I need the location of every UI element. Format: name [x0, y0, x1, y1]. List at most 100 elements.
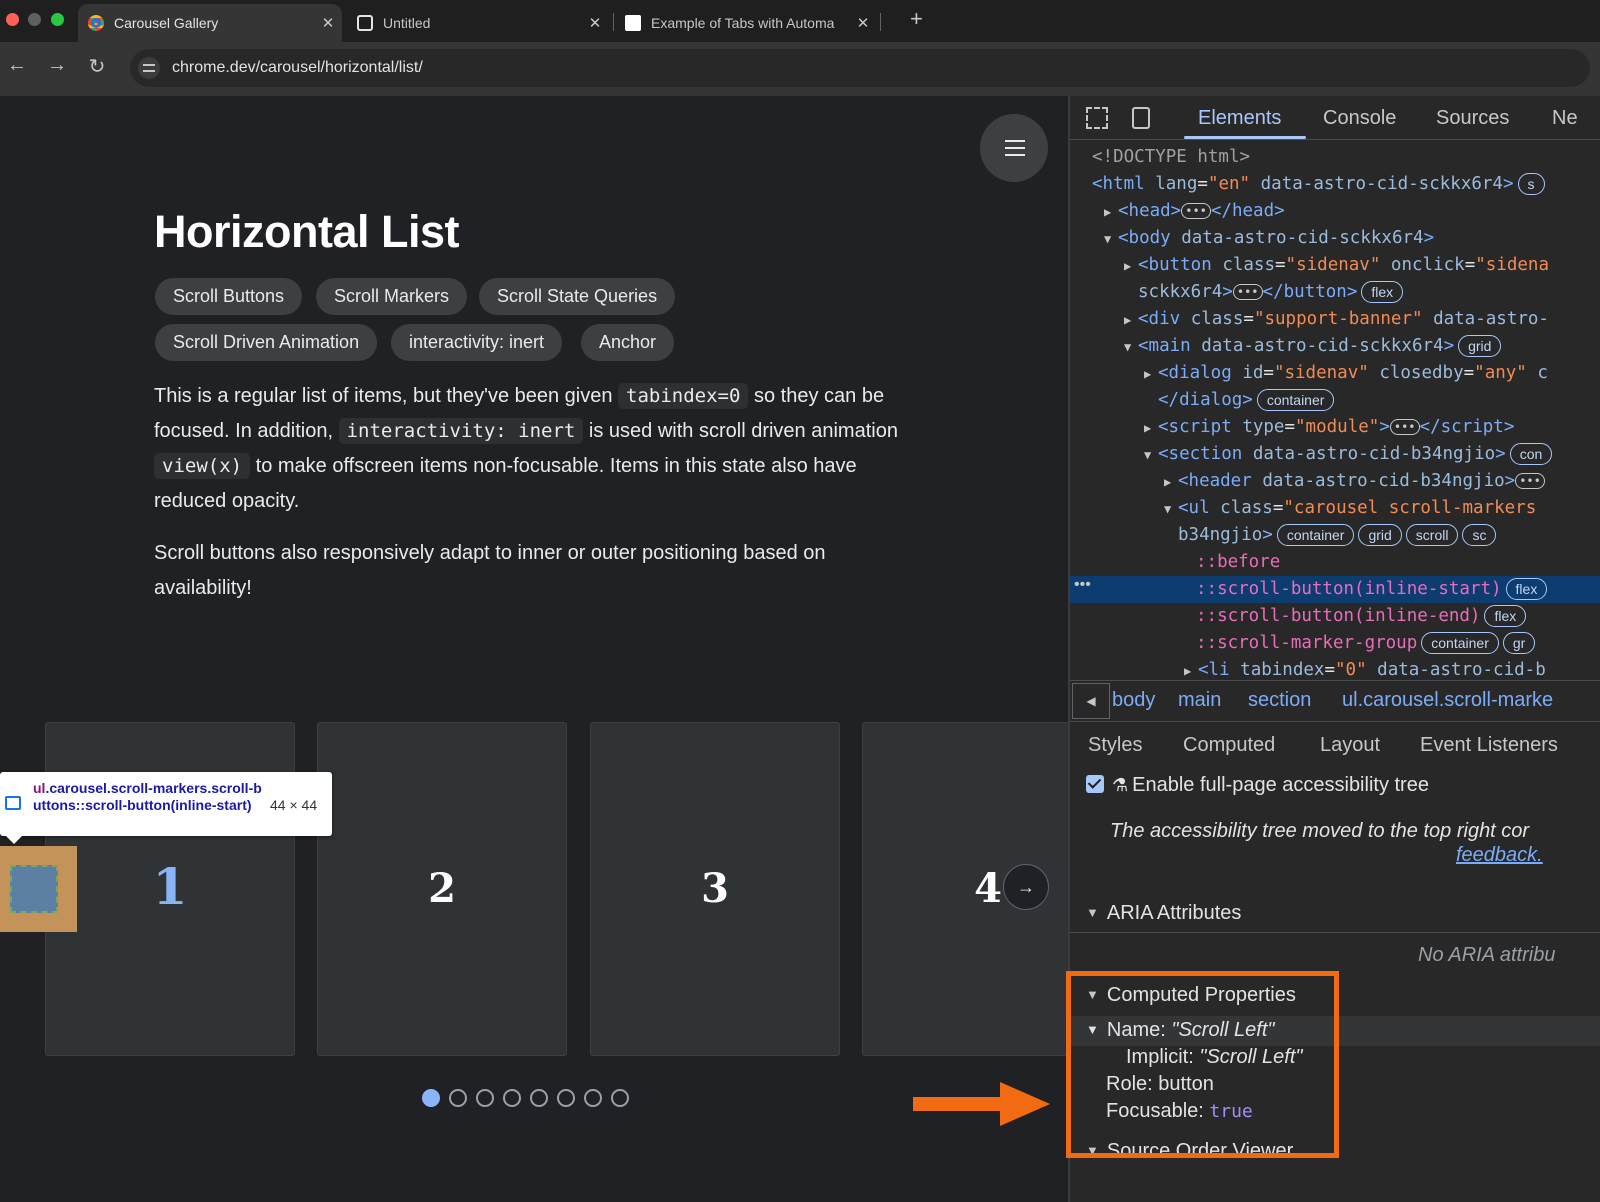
scroll-marker-dot[interactable]	[557, 1089, 575, 1107]
dom-node[interactable]: <html lang="en" data-astro-cid-sckkx6r4>…	[1070, 171, 1600, 198]
tab-divider	[880, 13, 881, 31]
browser-toolbar: ← → ↻ chrome.dev/carousel/horizontal/lis…	[0, 42, 1600, 96]
site-info-icon[interactable]	[138, 57, 160, 79]
dom-node[interactable]: ▼ <ul class="carousel scroll-markers	[1070, 495, 1600, 522]
tab-example-tabs[interactable]: Example of Tabs with Automa ✕	[615, 4, 877, 42]
tab-console[interactable]: Console	[1323, 107, 1396, 130]
dom-node[interactable]: </dialog> container	[1070, 387, 1600, 414]
device-toolbar-icon[interactable]	[1132, 107, 1150, 129]
dom-node[interactable]: ▼ <body data-astro-cid-sckkx6r4>	[1070, 225, 1600, 252]
close-tab-icon[interactable]: ✕	[849, 14, 877, 32]
url-text[interactable]: chrome.dev/carousel/horizontal/list/	[172, 59, 423, 77]
scroll-buttons-paragraph: Scroll buttons also responsively adapt t…	[154, 542, 826, 599]
tab-untitled[interactable]: Untitled ✕	[347, 4, 609, 42]
dom-node[interactable]: ▶ <button class="sidenav" onclick="sidena	[1070, 252, 1600, 279]
dom-tree: <!DOCTYPE html> <html lang="en" data-ast…	[1070, 144, 1600, 680]
tab-layout[interactable]: Layout	[1320, 734, 1380, 757]
chrome-icon	[88, 15, 104, 31]
dom-node-selected[interactable]: ::scroll-button(inline-start) flex	[1070, 576, 1600, 603]
breadcrumb: ◀ body main section ul.carousel.scroll-m…	[1070, 680, 1600, 722]
inspect-element-icon[interactable]	[1086, 107, 1108, 129]
dom-node[interactable]: ::before	[1070, 549, 1600, 576]
new-tab-button[interactable]: +	[910, 6, 923, 32]
dom-node[interactable]: ▶ <div class="support-banner" data-astro-	[1070, 306, 1600, 333]
carousel-item[interactable]: 3	[590, 722, 840, 1056]
dom-node[interactable]: ::scroll-button(inline-end) flex	[1070, 603, 1600, 630]
section-title: ARIA Attributes	[1106, 902, 1242, 924]
sidenav-menu-button[interactable]	[980, 114, 1048, 182]
chip-scroll-buttons[interactable]: Scroll Buttons	[155, 278, 303, 315]
tab-strip: Carousel Gallery ✕ Untitled ✕ Example of…	[0, 0, 1600, 42]
breadcrumb-scroll-left-button[interactable]: ◀	[1072, 683, 1110, 719]
maximize-window-button[interactable]	[51, 13, 64, 26]
annotation-arrow	[913, 1097, 1005, 1111]
close-window-button[interactable]	[6, 13, 19, 26]
feedback-link[interactable]: feedback.	[1456, 844, 1543, 867]
paragraph-text: This is a regular list of items, but the…	[154, 385, 619, 407]
reload-button[interactable]: ↻	[82, 54, 112, 79]
scroll-marker-dot[interactable]	[422, 1089, 440, 1107]
inspect-tooltip: ul.carousel.scroll-markers.scroll-button…	[0, 772, 332, 836]
dom-node[interactable]: ▶ <head> ••• </head>	[1070, 198, 1600, 225]
chip-interactivity-inert[interactable]: interactivity: inert	[391, 324, 563, 361]
w3c-icon	[625, 15, 641, 31]
scroll-left-button-highlight[interactable]	[0, 846, 77, 932]
dom-node[interactable]: <!DOCTYPE html>	[1070, 144, 1600, 171]
forward-button[interactable]: →	[42, 54, 72, 77]
tab-title: Example of Tabs with Automa	[651, 15, 835, 31]
back-button[interactable]: ←	[2, 54, 32, 77]
highlight-content-box	[10, 865, 58, 913]
tab-styles[interactable]: Styles	[1088, 734, 1142, 757]
scroll-marker-dot[interactable]	[503, 1089, 521, 1107]
chip-anchor[interactable]: Anchor	[581, 324, 675, 361]
breadcrumb-item-section[interactable]: section	[1248, 689, 1311, 712]
dom-node[interactable]: ::scroll-marker-group container gr	[1070, 630, 1600, 657]
tab-sources[interactable]: Sources	[1436, 107, 1509, 130]
codepen-icon	[357, 15, 373, 31]
tab-elements[interactable]: Elements	[1198, 107, 1281, 130]
chip-scroll-driven-animation[interactable]: Scroll Driven Animation	[155, 324, 378, 361]
active-tab-indicator	[1184, 136, 1306, 139]
scroll-marker-dot[interactable]	[449, 1089, 467, 1107]
dom-node[interactable]: ▶ <dialog id="sidenav" closedby="any" c	[1070, 360, 1600, 387]
tab-network[interactable]: Ne	[1552, 107, 1578, 130]
dom-node[interactable]: ▶ <li tabindex="0" data-astro-cid-b	[1070, 657, 1600, 680]
scroll-marker-dot[interactable]	[530, 1089, 548, 1107]
hamburger-icon-line	[1005, 140, 1025, 142]
scroll-marker-dot[interactable]	[611, 1089, 629, 1107]
close-tab-icon[interactable]: ✕	[314, 14, 342, 32]
node-options-icon[interactable]: •••	[1074, 576, 1091, 594]
aria-attributes-header[interactable]: ▼ ARIA Attributes	[1086, 902, 1241, 925]
dom-node[interactable]: ▶ <script type="module"> ••• </script>	[1070, 414, 1600, 441]
tab-divider	[613, 13, 614, 31]
chip-scroll-state-queries[interactable]: Scroll State Queries	[479, 278, 676, 315]
close-tab-icon[interactable]: ✕	[581, 14, 609, 32]
annotation-arrow-head	[1000, 1082, 1050, 1126]
breadcrumb-item-ul[interactable]: ul.carousel.scroll-marke	[1342, 689, 1553, 712]
breadcrumb-item-main[interactable]: main	[1178, 689, 1221, 712]
full-page-a11y-toggle[interactable]: ⚗ Enable full-page accessibility tree	[1086, 774, 1429, 797]
dom-node[interactable]: ▼ <main data-astro-cid-sckkx6r4> grid	[1070, 333, 1600, 360]
breadcrumb-item-body[interactable]: body	[1112, 689, 1155, 712]
collapse-triangle-icon: ▼	[1086, 905, 1099, 920]
dom-node[interactable]: ▼ <section data-astro-cid-b34ngjio> con	[1070, 441, 1600, 468]
tab-carousel-gallery[interactable]: Carousel Gallery ✕	[78, 4, 342, 42]
checkbox-checked-icon[interactable]	[1086, 775, 1104, 793]
page-viewport: Horizontal List Scroll Buttons Scroll Ma…	[0, 96, 1068, 1202]
dom-node[interactable]: ▶ <header data-astro-cid-b34ngjio> •••	[1070, 468, 1600, 495]
scroll-right-button[interactable]: →	[1003, 864, 1049, 910]
tab-computed[interactable]: Computed	[1183, 734, 1275, 757]
item-number: 1	[152, 857, 188, 916]
carousel-item[interactable]: 2	[317, 722, 567, 1056]
dom-node[interactable]: b34ngjio> container grid scroll sc	[1070, 522, 1600, 549]
hamburger-icon-line	[1005, 154, 1025, 156]
tooltip-selector-text: .carousel.scroll-markers.scroll-buttons:…	[33, 780, 262, 813]
minimize-window-button[interactable]	[28, 13, 41, 26]
address-bar[interactable]: chrome.dev/carousel/horizontal/list/	[130, 49, 1590, 87]
tab-event-listeners[interactable]: Event Listeners	[1420, 734, 1558, 757]
chip-scroll-markers[interactable]: Scroll Markers	[316, 278, 468, 315]
scroll-marker-dot[interactable]	[476, 1089, 494, 1107]
annotation-highlight-box	[1066, 971, 1339, 1158]
scroll-marker-dot[interactable]	[584, 1089, 602, 1107]
dom-node[interactable]: sckkx6r4> ••• </button> flex	[1070, 279, 1600, 306]
